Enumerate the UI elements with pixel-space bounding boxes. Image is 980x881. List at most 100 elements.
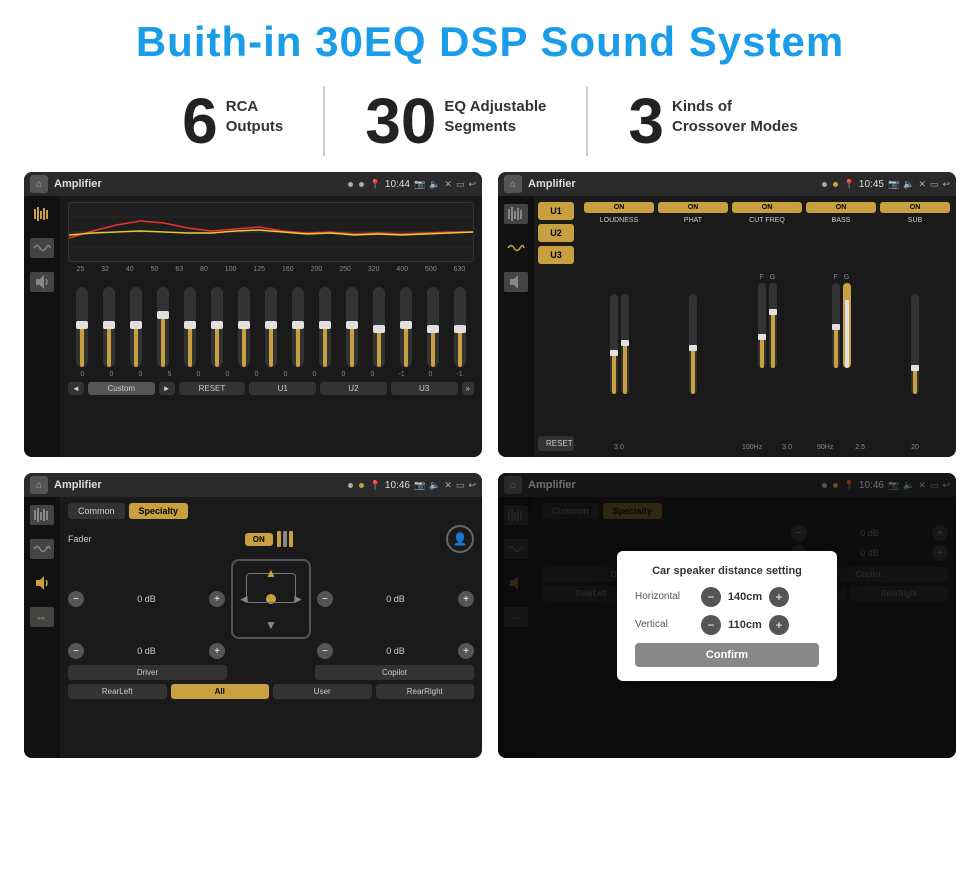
phat-on[interactable]: ON (658, 202, 728, 213)
eq-icon-2[interactable] (504, 204, 528, 224)
tab-specialty[interactable]: Specialty (129, 503, 189, 519)
camera-icon-2: 📷 (888, 179, 899, 190)
all-btn[interactable]: All (171, 684, 270, 699)
slider-14[interactable] (427, 287, 439, 367)
eq-freq-labels: 25 32 40 50 63 80 100 125 160 200 250 32… (68, 266, 474, 273)
val-13: 0 (425, 371, 437, 378)
bass-on[interactable]: ON (806, 202, 876, 213)
freq-40: 40 (126, 266, 134, 273)
slider-6[interactable] (211, 287, 223, 367)
u3-button[interactable]: U3 (391, 382, 458, 395)
vol-left-bot-minus[interactable]: − (68, 643, 84, 659)
vol-left-top-minus[interactable]: − (68, 591, 84, 607)
preset-u2[interactable]: U2 (538, 224, 574, 242)
eq-icon-3[interactable] (30, 505, 54, 525)
loudness-on[interactable]: ON (584, 202, 654, 213)
bass-label: BASS (806, 217, 876, 224)
next-button[interactable]: ► (159, 382, 175, 395)
back-icon: ↩ (468, 179, 476, 190)
horizontal-value: 140cm (725, 591, 765, 603)
user-btn[interactable]: User (273, 684, 372, 699)
wave-icon-3[interactable] (30, 539, 54, 559)
vertical-plus[interactable]: + (769, 615, 789, 635)
volume-icon-3: 🔈 (429, 480, 440, 491)
slider-2[interactable] (103, 287, 115, 367)
home-icon-3[interactable]: ⌂ (30, 476, 48, 494)
horizontal-plus[interactable]: + (769, 587, 789, 607)
reset-btn-cross[interactable]: RESET (538, 436, 574, 451)
slider-1[interactable] (76, 287, 88, 367)
slider-4[interactable] (157, 287, 169, 367)
vertical-minus[interactable]: − (701, 615, 721, 635)
freq-25: 25 (76, 266, 84, 273)
freq-200: 200 (311, 266, 323, 273)
eq-sidebar (24, 196, 60, 457)
slider-13[interactable] (400, 287, 412, 367)
val-9: 0 (309, 371, 321, 378)
speaker-icon[interactable] (30, 272, 54, 292)
copilot-btn[interactable]: Copilot (315, 665, 474, 680)
horizontal-minus[interactable]: − (701, 587, 721, 607)
val-3: 0 (135, 371, 147, 378)
slider-5[interactable] (184, 287, 196, 367)
eq-icon[interactable] (30, 204, 54, 224)
fader-header: Fader ON 👤 (68, 525, 474, 553)
fader-on-button[interactable]: ON (245, 533, 273, 546)
vol-right-top-plus[interactable]: + (458, 591, 474, 607)
slider-9[interactable] (292, 287, 304, 367)
wave-icon-2[interactable] (504, 238, 528, 258)
u1-button[interactable]: U1 (249, 382, 316, 395)
volume-icon: 🔈 (429, 179, 440, 190)
speaker-icon-2[interactable] (504, 272, 528, 292)
arrows-icon[interactable]: ⇔ (30, 607, 54, 627)
cutfreq-on[interactable]: ON (732, 202, 802, 213)
u2-button[interactable]: U2 (320, 382, 387, 395)
eq-screen-content: 25 32 40 50 63 80 100 125 160 200 250 32… (24, 196, 482, 457)
rearleft-btn[interactable]: RearLeft (68, 684, 167, 699)
slider-10[interactable] (319, 287, 331, 367)
eq-sliders[interactable] (68, 277, 474, 367)
slider-8[interactable] (265, 287, 277, 367)
eq-area: 25 32 40 50 63 80 100 125 160 200 250 32… (60, 196, 482, 457)
sub-on[interactable]: ON (880, 202, 950, 213)
driver-btn[interactable]: Driver (68, 665, 227, 680)
freq-400: 400 (396, 266, 408, 273)
slider-3[interactable] (130, 287, 142, 367)
header: Buith-in 30EQ DSP Sound System (0, 0, 980, 76)
status-time-eq: 10:44 (385, 179, 410, 190)
dot-5 (348, 483, 353, 488)
speaker-icon-3[interactable] (30, 573, 54, 593)
tab-common[interactable]: Common (68, 503, 125, 519)
dot-6 (359, 483, 364, 488)
slider-12[interactable] (373, 287, 385, 367)
phat-label: PHAT (658, 217, 728, 224)
confirm-button[interactable]: Confirm (635, 643, 819, 667)
vol-left-top-plus[interactable]: + (209, 591, 225, 607)
wave-icon[interactable] (30, 238, 54, 258)
vol-left-bot-plus[interactable]: + (209, 643, 225, 659)
vol-right-bot-plus[interactable]: + (458, 643, 474, 659)
slider-15[interactable] (454, 287, 466, 367)
freq-630: 630 (454, 266, 466, 273)
preset-u1[interactable]: U1 (538, 202, 574, 220)
slider-7[interactable] (238, 287, 250, 367)
custom-button[interactable]: Custom (88, 382, 155, 395)
home-icon[interactable]: ⌂ (30, 175, 48, 193)
freq-160: 160 (282, 266, 294, 273)
preset-u3[interactable]: U3 (538, 246, 574, 264)
freq-125: 125 (253, 266, 265, 273)
home-icon-2[interactable]: ⌂ (504, 175, 522, 193)
vol-right-bot-minus[interactable]: − (317, 643, 333, 659)
slider-11[interactable] (346, 287, 358, 367)
camera-icon-3: 📷 (414, 480, 425, 491)
vol-right-top-minus[interactable]: − (317, 591, 333, 607)
prev-button[interactable]: ◄ (68, 382, 84, 395)
dot-3 (822, 182, 827, 187)
more-button[interactable]: » (462, 382, 474, 395)
reset-button[interactable]: RESET (179, 382, 246, 395)
screens-grid: ⌂ Amplifier 📍 10:44 📷 🔈 ✕ ▭ ↩ (0, 172, 980, 758)
val-8: 0 (280, 371, 292, 378)
rearright-btn[interactable]: RearRight (376, 684, 475, 699)
stat-text-crossover-line2: Crossover Modes (672, 117, 798, 137)
stat-text-eq-line2: Segments (444, 117, 546, 137)
